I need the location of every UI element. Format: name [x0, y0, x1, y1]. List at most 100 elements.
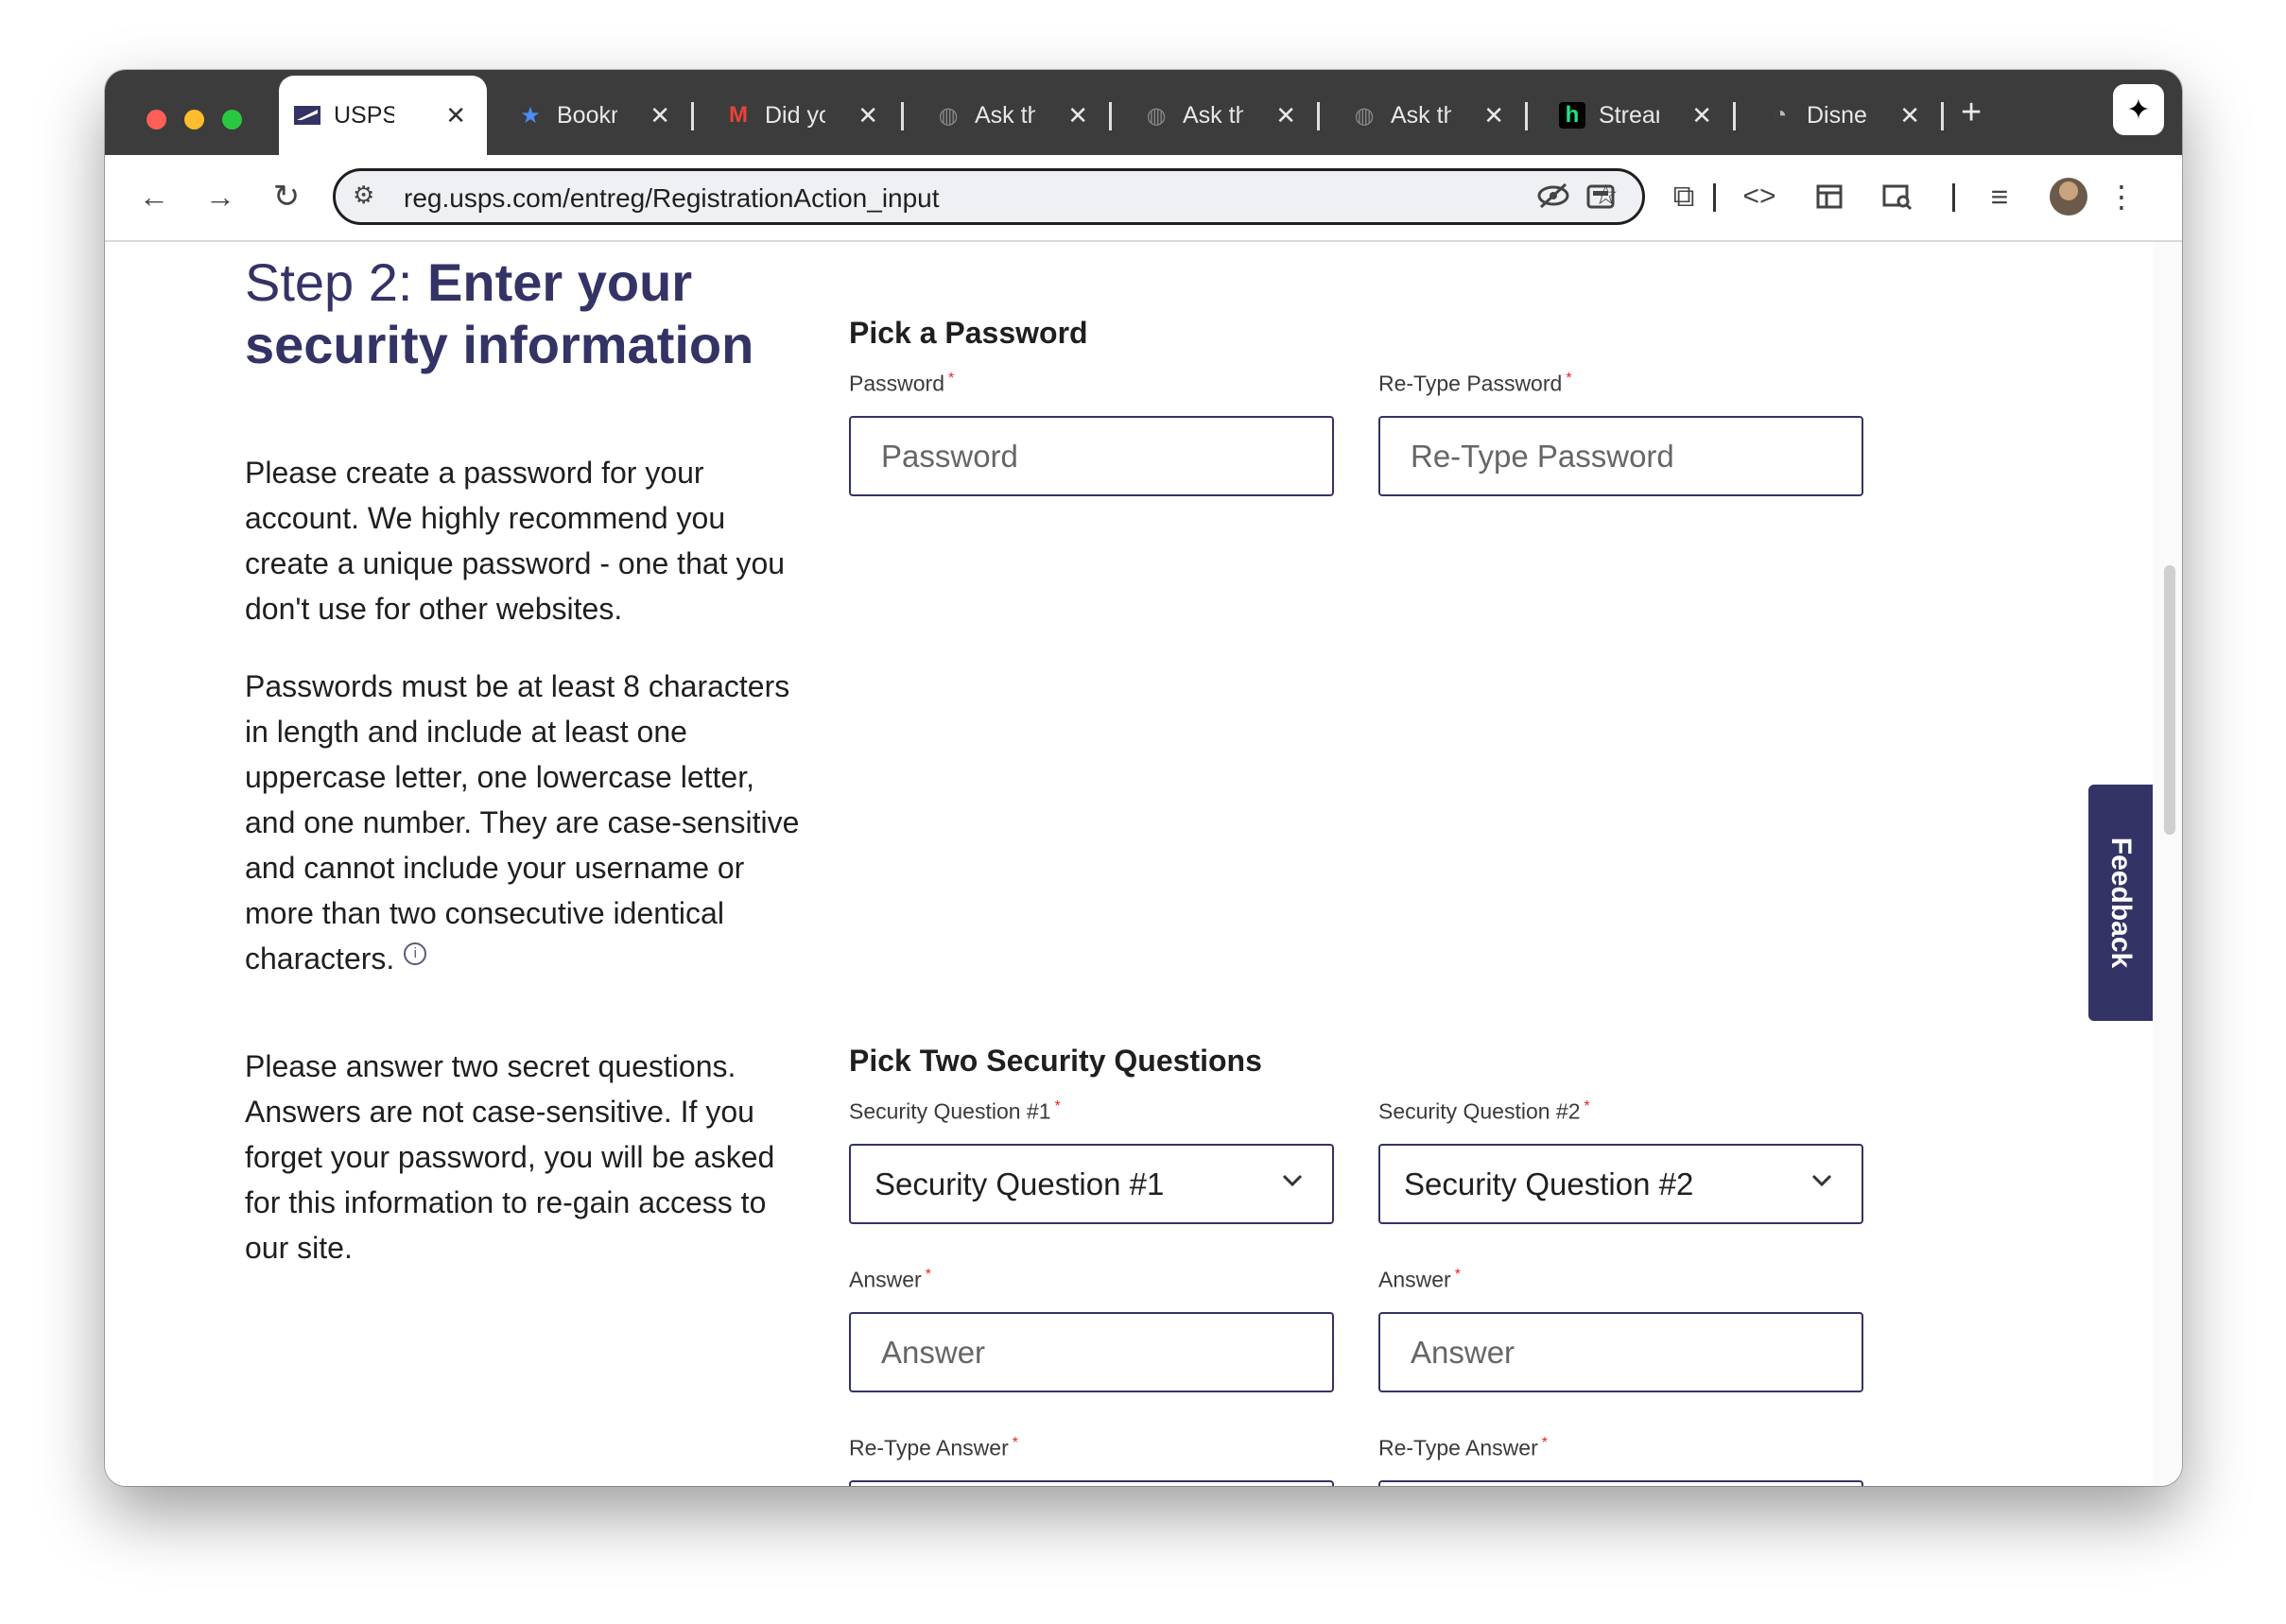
security-question-1-value: Security Question #1: [875, 1166, 1165, 1201]
security-question-1-label-text: Security Question #1: [849, 1098, 1051, 1124]
required-marker: *: [925, 1267, 931, 1283]
tab-bookmarks[interactable]: ★ Bookm ✕: [502, 76, 691, 155]
eye-slash-icon[interactable]: [1536, 179, 1570, 220]
disney-icon: ◔: [1773, 102, 1788, 128]
feedback-label: Feedback: [2105, 837, 2138, 969]
tab-usps[interactable]: USPS.c ✕: [279, 76, 487, 155]
layout-icon[interactable]: [1807, 174, 1852, 219]
tab-title: Ask th: [975, 101, 1035, 129]
retype-password-label-text: Re-Type Password: [1378, 371, 1563, 396]
password-rules-body: Passwords must be at least 8 characters …: [245, 669, 800, 976]
security-intro-text: Please answer two secret questions. Answ…: [245, 1049, 775, 1265]
security-question-2-select[interactable]: Security Question #2: [1378, 1144, 1863, 1224]
chevron-down-icon: [1279, 1166, 1306, 1200]
close-tab-icon[interactable]: ✕: [1483, 101, 1504, 130]
feedback-button[interactable]: Feedback: [2088, 785, 2153, 1021]
browser-window: USPS.c ✕ ★ Bookm ✕ M Did yo ✕ ◍ Ask th ✕…: [105, 70, 2182, 1486]
password-label: Password *: [849, 371, 954, 397]
required-marker: *: [1584, 1098, 1590, 1114]
tab-strip: USPS.c ✕ ★ Bookm ✕ M Did yo ✕ ◍ Ask th ✕…: [105, 70, 2182, 155]
toolbar-separator: [1713, 183, 1716, 212]
password-section-heading: Pick a Password: [849, 316, 1088, 350]
tab-title: Ask th: [1183, 101, 1243, 129]
tab-title: Stream: [1599, 101, 1659, 129]
security-question-1-select[interactable]: Security Question #1: [849, 1144, 1334, 1224]
site-settings-icon[interactable]: ⚙: [353, 181, 374, 210]
hulu-icon: h: [1559, 102, 1585, 129]
close-tab-icon[interactable]: ✕: [1275, 101, 1296, 130]
close-window-button[interactable]: [147, 110, 166, 130]
address-bar[interactable]: ⚙ reg.usps.com/entreg/RegistrationAction…: [333, 168, 1645, 225]
code-icon[interactable]: <>: [1733, 174, 1786, 219]
retype-answer-1-input[interactable]: [849, 1480, 1334, 1486]
close-tab-icon[interactable]: ✕: [857, 101, 878, 130]
retype-answer-1-label-text: Re-Type Answer: [849, 1435, 1009, 1460]
close-tab-icon[interactable]: ✕: [1067, 101, 1088, 130]
usps-eagle-icon: [294, 102, 320, 129]
reload-icon[interactable]: ↻: [264, 174, 309, 219]
tab-separator: [901, 102, 904, 130]
maximize-window-button[interactable]: [222, 110, 242, 130]
required-marker: *: [947, 371, 955, 387]
extensions-puzzle-icon[interactable]: ⧉: [1661, 174, 1706, 219]
required-marker: *: [1012, 1435, 1018, 1451]
required-marker: *: [1541, 1435, 1548, 1451]
answer-2-label-text: Answer: [1378, 1267, 1451, 1292]
password-rules-text: Passwords must be at least 8 characters …: [245, 664, 812, 981]
globe-icon: ◍: [1354, 102, 1375, 129]
tab-stream[interactable]: h Stream ✕: [1544, 76, 1733, 155]
tab-separator: [1525, 102, 1528, 130]
security-section-heading: Pick Two Security Questions: [849, 1044, 1262, 1078]
minimize-window-button[interactable]: [184, 110, 204, 130]
tab-disney[interactable]: ◔ Disney ✕: [1752, 76, 1941, 155]
url-text[interactable]: reg.usps.com/entreg/RegistrationAction_i…: [404, 183, 940, 214]
extension-site-icon[interactable]: [1578, 174, 1623, 219]
tab-separator: [1941, 102, 1944, 130]
forward-arrow-icon[interactable]: →: [198, 174, 243, 219]
close-tab-icon[interactable]: ✕: [1899, 101, 1920, 130]
security-question-1-label: Security Question #1 *: [849, 1098, 1061, 1125]
scrollbar-thumb[interactable]: [2164, 565, 2175, 835]
tab-ask-3[interactable]: ◍ Ask th ✕: [1336, 76, 1525, 155]
close-tab-icon[interactable]: ✕: [1691, 101, 1712, 130]
page-scrollbar[interactable]: [2153, 242, 2182, 1486]
tab-gmail[interactable]: M Did yo ✕: [710, 76, 899, 155]
tab-ask-1[interactable]: ◍ Ask th ✕: [920, 76, 1109, 155]
gemini-sparkle-icon[interactable]: ✦: [2113, 84, 2164, 135]
tab-separator: [691, 102, 694, 130]
info-icon[interactable]: i: [404, 942, 427, 966]
tab-ask-2[interactable]: ◍ Ask th ✕: [1128, 76, 1317, 155]
page-content: Step 2: Enter your security information …: [105, 242, 2153, 1486]
tab-title: Ask th: [1391, 101, 1451, 129]
retype-answer-1-label: Re-Type Answer *: [849, 1435, 1018, 1461]
close-tab-icon[interactable]: ✕: [649, 101, 670, 130]
password-label-text: Password: [849, 371, 944, 396]
toolbar-separator: [1952, 183, 1955, 212]
star-icon: ★: [520, 102, 541, 129]
retype-password-label: Re-Type Password *: [1378, 371, 1572, 397]
required-marker: *: [1054, 1098, 1061, 1114]
retype-password-input[interactable]: [1378, 416, 1863, 496]
security-question-2-label: Security Question #2 *: [1378, 1098, 1590, 1125]
retype-answer-2-label-text: Re-Type Answer: [1378, 1435, 1538, 1460]
retype-answer-2-input[interactable]: [1378, 1480, 1863, 1486]
back-arrow-icon[interactable]: ←: [131, 174, 177, 219]
step-title: Step 2: Enter your security information: [245, 251, 774, 376]
new-tab-button[interactable]: +: [1961, 93, 1982, 133]
security-question-2-value: Security Question #2: [1404, 1166, 1694, 1201]
answer-1-label: Answer *: [849, 1267, 931, 1293]
tab-title: Bookm: [557, 101, 617, 129]
password-input[interactable]: [849, 416, 1334, 496]
answer-2-input[interactable]: [1378, 1312, 1863, 1392]
answer-1-label-text: Answer: [849, 1267, 922, 1292]
password-intro-text: Please create a password for your accoun…: [245, 456, 786, 626]
close-tab-icon[interactable]: ✕: [445, 101, 466, 130]
screen-search-icon[interactable]: [1875, 174, 1920, 219]
answer-2-label: Answer *: [1378, 1267, 1461, 1293]
answer-1-input[interactable]: [849, 1312, 1334, 1392]
reading-list-icon[interactable]: ≡: [1977, 174, 2022, 219]
security-question-2-label-text: Security Question #2: [1378, 1098, 1581, 1124]
retype-answer-2-label: Re-Type Answer *: [1378, 1435, 1548, 1461]
menu-dots-icon[interactable]: ⋮: [2106, 174, 2137, 219]
profile-avatar[interactable]: [2050, 178, 2087, 216]
